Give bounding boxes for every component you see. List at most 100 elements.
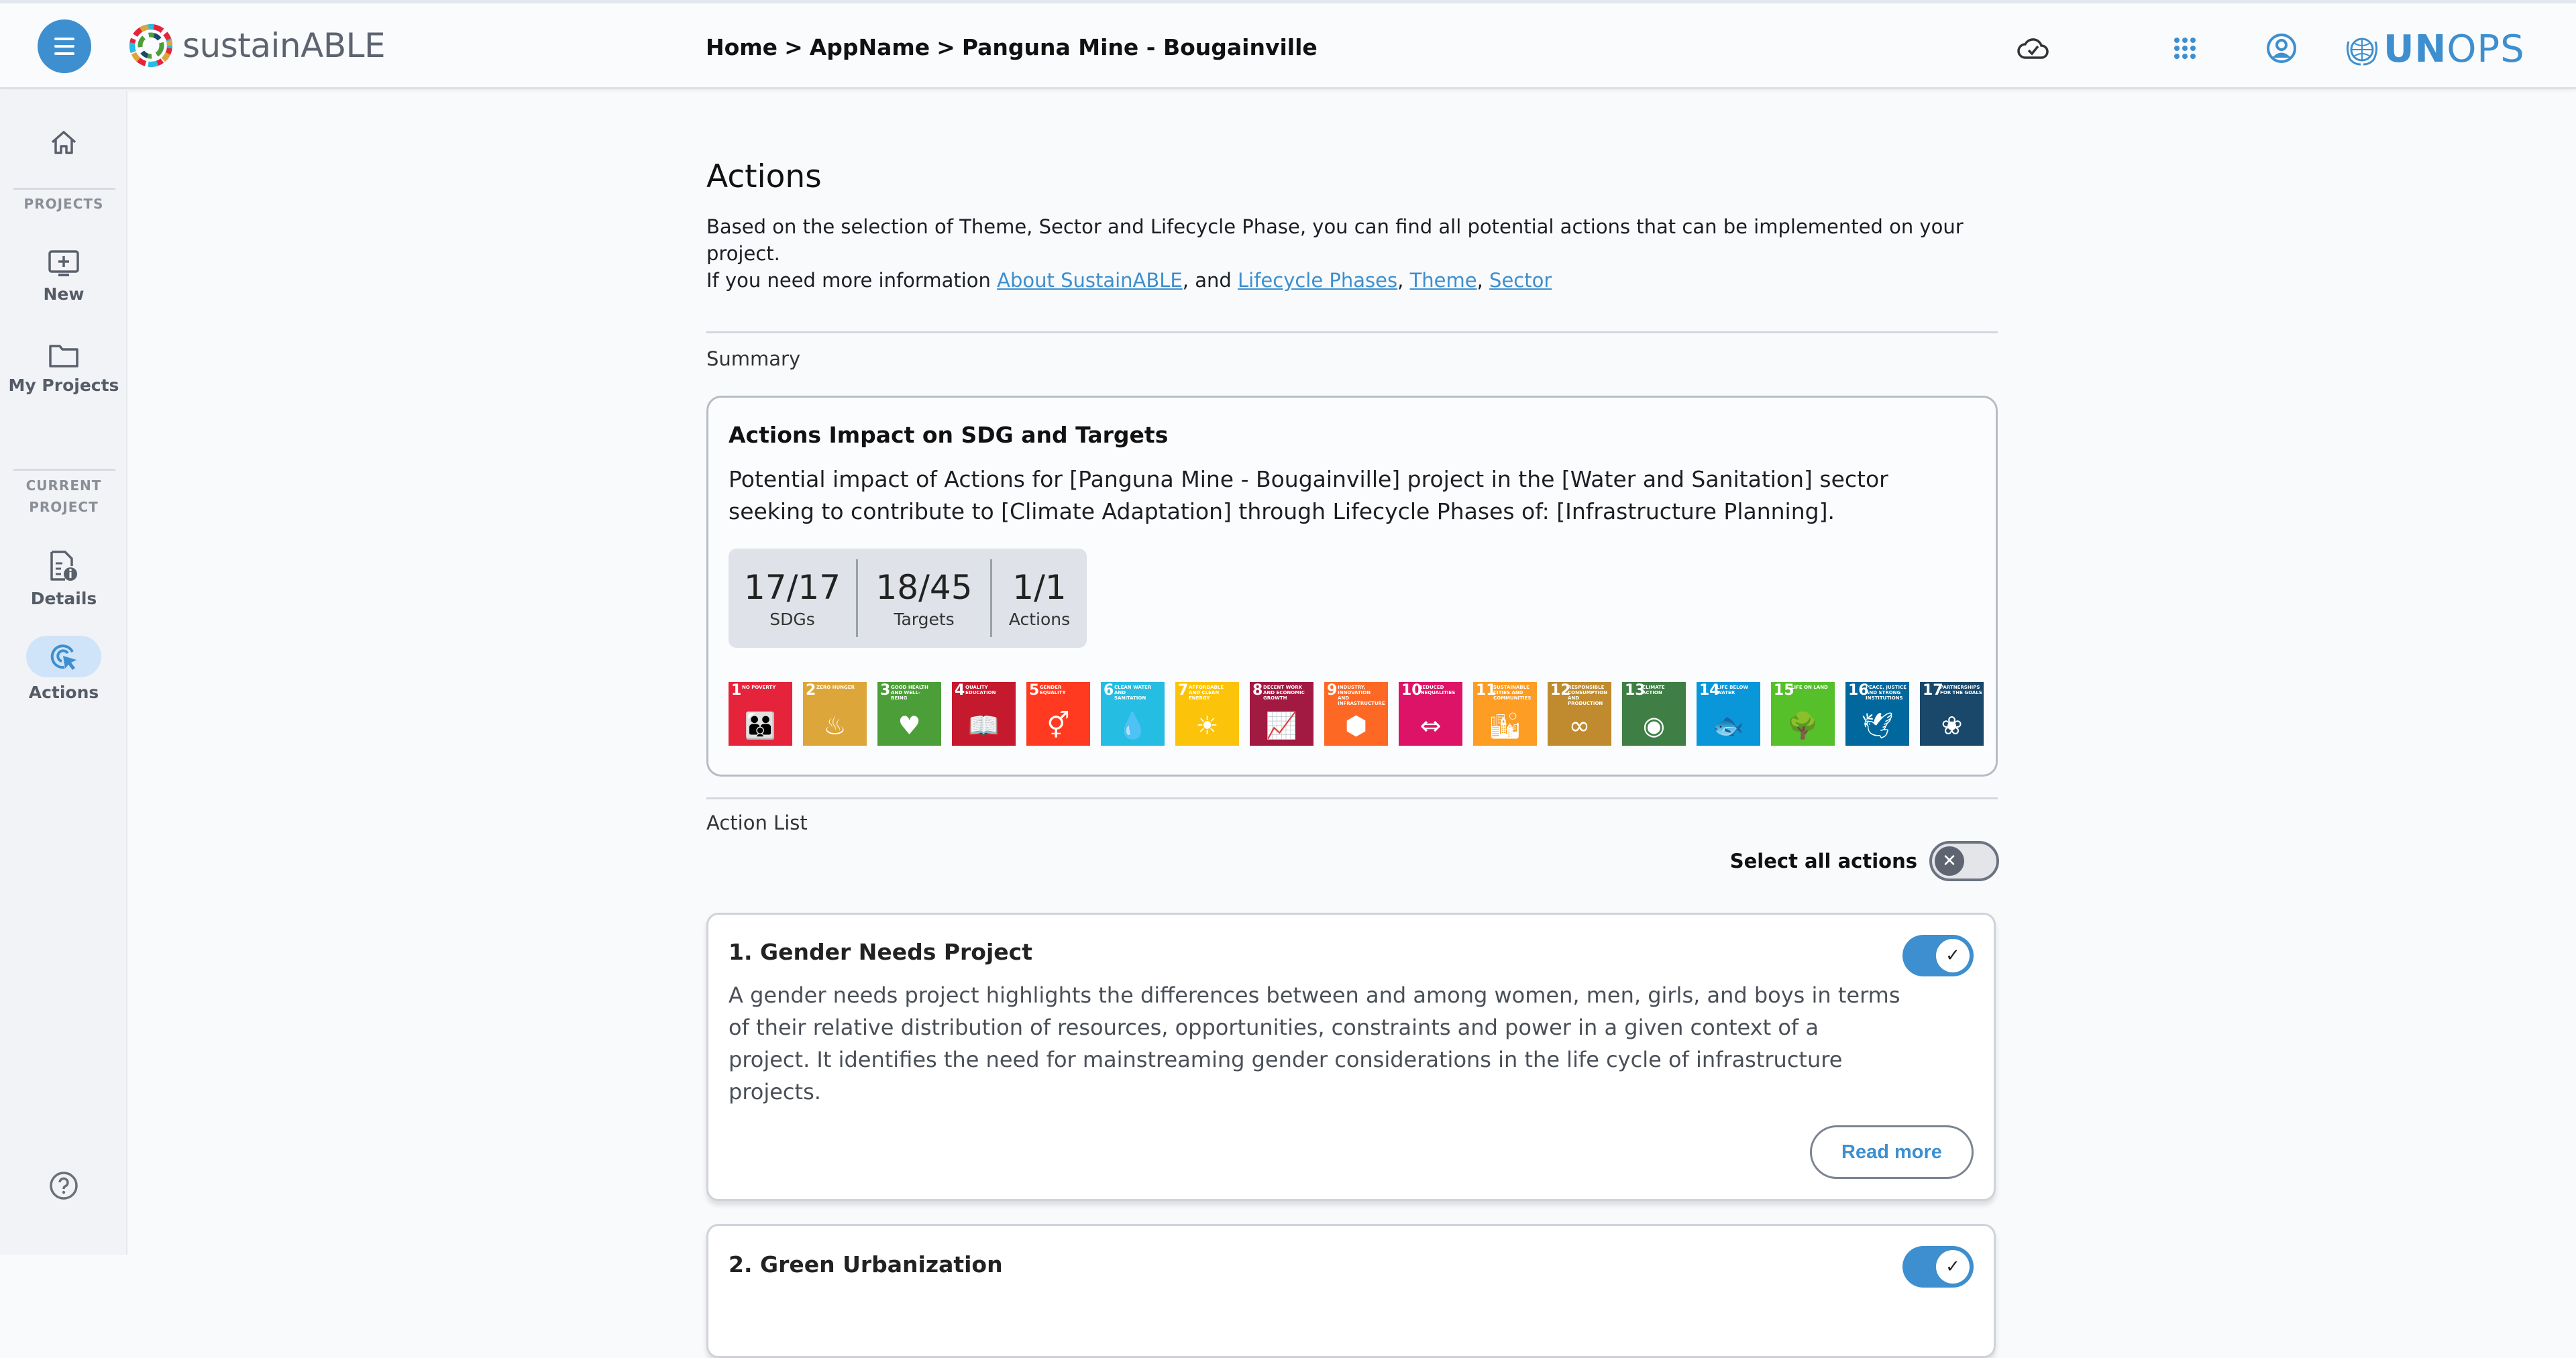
sidebar-item-label: My Projects — [8, 376, 119, 395]
sdg-title: Reduced Inequalities — [1419, 685, 1456, 695]
sdg-1-icon[interactable]: 1 No Poverty 👪 — [729, 682, 792, 746]
sdg-title: Industry, Innovation and Infrastructure — [1338, 685, 1385, 706]
sdg-glyph: 👪 — [744, 711, 777, 740]
app-logo[interactable]: sustainABLE — [127, 22, 386, 69]
sdg-glyph: 📈 — [1265, 711, 1298, 740]
sdg-17-icon[interactable]: 17 Partnerships for the Goals ❀ — [1920, 682, 1984, 746]
action-select-toggle[interactable]: ✓ — [1902, 935, 1974, 976]
sdg-number: 5 — [1029, 682, 1040, 699]
active-indicator — [26, 636, 101, 677]
action-select-toggle[interactable]: ✓ — [1902, 1246, 1974, 1288]
sdg-glyph: 🏙 — [1489, 711, 1521, 740]
sidebar-item-my-projects[interactable]: My Projects — [0, 342, 127, 395]
sdg-title: Life on Land — [1791, 685, 1828, 690]
sdg-5-icon[interactable]: 5 Gender Equality ⚥ — [1026, 682, 1090, 746]
sdg-icon-row: 1 No Poverty 👪 2 Zero Hunger ♨ 3 Good Health an… — [729, 682, 1984, 746]
sdg-6-icon[interactable]: 6 Clean Water and Sanitation 💧 — [1101, 682, 1165, 746]
sdg-title: Life Below Water — [1717, 685, 1749, 695]
sdg-title: No Poverty — [742, 685, 776, 690]
sdg-4-icon[interactable]: 4 Quality Education 📖 — [952, 682, 1016, 746]
section-divider — [706, 331, 1998, 333]
unops-logo[interactable]: UNOPS — [2345, 27, 2525, 71]
sdg-3-icon[interactable]: 3 Good Health and Well-being ♥ — [877, 682, 941, 746]
select-all-label: Select all actions — [1729, 850, 1917, 872]
action-description: A gender needs project highlights the di… — [729, 982, 1900, 1105]
separator-text: , — [1397, 269, 1410, 292]
sdg-title: Quality Education — [965, 685, 996, 695]
app-name: sustainABLE — [182, 26, 386, 65]
close-icon: ✕ — [1935, 846, 1964, 876]
sdg-glyph: ♨ — [823, 711, 847, 740]
target-click-icon — [50, 644, 76, 670]
sidebar-item-label: Actions — [28, 683, 99, 702]
sdg-glyph: ⬢ — [1344, 711, 1368, 740]
sdg-13-icon[interactable]: 13 Climate Action ◉ — [1622, 682, 1686, 746]
stat-value: 17/17 — [743, 567, 841, 607]
lifecycle-phases-link[interactable]: Lifecycle Phases — [1238, 269, 1397, 292]
sdg-number: 6 — [1104, 682, 1114, 699]
sdg-title: Climate Action — [1642, 685, 1665, 695]
sdg-title: Sustainable Cities and Communities — [1493, 685, 1532, 701]
sdg-7-icon[interactable]: 7 Affordable and Clean Energy ☀ — [1175, 682, 1239, 746]
sync-status-button[interactable] — [2017, 32, 2050, 65]
sdg-11-icon[interactable]: 11 Sustainable Cities and Communities 🏙 — [1473, 682, 1537, 746]
home-icon — [51, 131, 76, 154]
sdg-number: 8 — [1252, 682, 1263, 699]
sdg-number: 1 — [731, 682, 742, 699]
menu-button[interactable] — [38, 19, 91, 73]
app-header: sustainABLE Home > AppName > Panguna Min… — [0, 3, 2576, 89]
breadcrumb-home[interactable]: Home — [706, 34, 777, 60]
sdg-number: 9 — [1327, 682, 1338, 699]
stat-label: Targets — [894, 609, 955, 629]
sector-link[interactable]: Sector — [1489, 269, 1552, 292]
section-divider — [706, 797, 1998, 799]
breadcrumb-appname[interactable]: AppName — [810, 34, 930, 60]
sdg-title: Affordable and Clean Energy — [1189, 685, 1224, 701]
stat-label: SDGs — [769, 609, 815, 629]
sdg-glyph: ◉ — [1642, 711, 1666, 740]
sidebar-item-details[interactable]: Details — [0, 550, 127, 608]
breadcrumb: Home > AppName > Panguna Mine - Bougainv… — [706, 34, 1318, 60]
section-line: PROJECT — [29, 499, 99, 515]
account-button[interactable] — [2265, 32, 2298, 65]
sdg-2-icon[interactable]: 2 Zero Hunger ♨ — [803, 682, 867, 746]
action-list-label: Action List — [706, 811, 808, 834]
description-text: If you need more information — [706, 269, 998, 292]
sdg-14-icon[interactable]: 14 Life Below Water 🐟 — [1697, 682, 1760, 746]
sdg-title: Zero Hunger — [816, 685, 855, 690]
sdg-title: Gender Equality — [1040, 685, 1066, 695]
sdg-15-icon[interactable]: 15 Life on Land 🌳 — [1771, 682, 1835, 746]
sdg-8-icon[interactable]: 8 Decent Work and Economic Growth 📈 — [1250, 682, 1313, 746]
description-line: Based on the selection of Theme, Sector … — [706, 215, 1964, 265]
sidebar-item-actions[interactable]: Actions — [0, 636, 127, 702]
sdg-title: Good Health and Well-being — [891, 685, 928, 701]
select-all-toggle[interactable]: ✕ — [1929, 841, 1999, 881]
sdg-glyph: ∞ — [1568, 711, 1591, 740]
cloud-check-icon — [2017, 38, 2049, 59]
sdg-9-icon[interactable]: 9 Industry, Innovation and Infrastructure… — [1324, 682, 1388, 746]
sdg-number: 3 — [880, 682, 891, 699]
sdg-10-icon[interactable]: 10 Reduced Inequalities ⇔ — [1399, 682, 1462, 746]
stat-value: 1/1 — [1012, 567, 1067, 607]
action-title: 2. Green Urbanization — [729, 1251, 1003, 1278]
sdg-title: Decent Work and Economic Growth — [1263, 685, 1305, 701]
apps-button[interactable] — [2168, 32, 2202, 65]
read-more-button[interactable]: Read more — [1810, 1125, 1974, 1179]
sidebar-item-home[interactable] — [0, 129, 127, 156]
sidebar-section-projects: PROJECTS — [23, 196, 104, 212]
sdg-16-icon[interactable]: 16 Peace, Justice and Strong Institutions… — [1845, 682, 1909, 746]
breadcrumb-separator: > — [784, 34, 803, 60]
action-card: 1. Gender Needs Project ✓ A gender needs… — [706, 913, 1996, 1201]
apps-grid-icon — [2174, 38, 2196, 59]
sdg-number: 2 — [806, 682, 816, 699]
sidebar-item-new[interactable]: New — [0, 249, 127, 304]
help-icon — [50, 1172, 78, 1200]
sdg-title: Partnerships for the Goals — [1940, 685, 1982, 695]
about-sustainable-link[interactable]: About SustainABLE — [997, 269, 1183, 292]
sdg-12-icon[interactable]: 12 Responsible Consumption and Production… — [1548, 682, 1611, 746]
summary-card: Actions Impact on SDG and Targets Potent… — [706, 396, 1998, 777]
help-button[interactable] — [48, 1170, 79, 1201]
theme-link[interactable]: Theme — [1410, 269, 1477, 292]
sdg-glyph: ♥ — [898, 711, 921, 740]
description-line: If you need more information About Susta… — [706, 267, 1998, 294]
